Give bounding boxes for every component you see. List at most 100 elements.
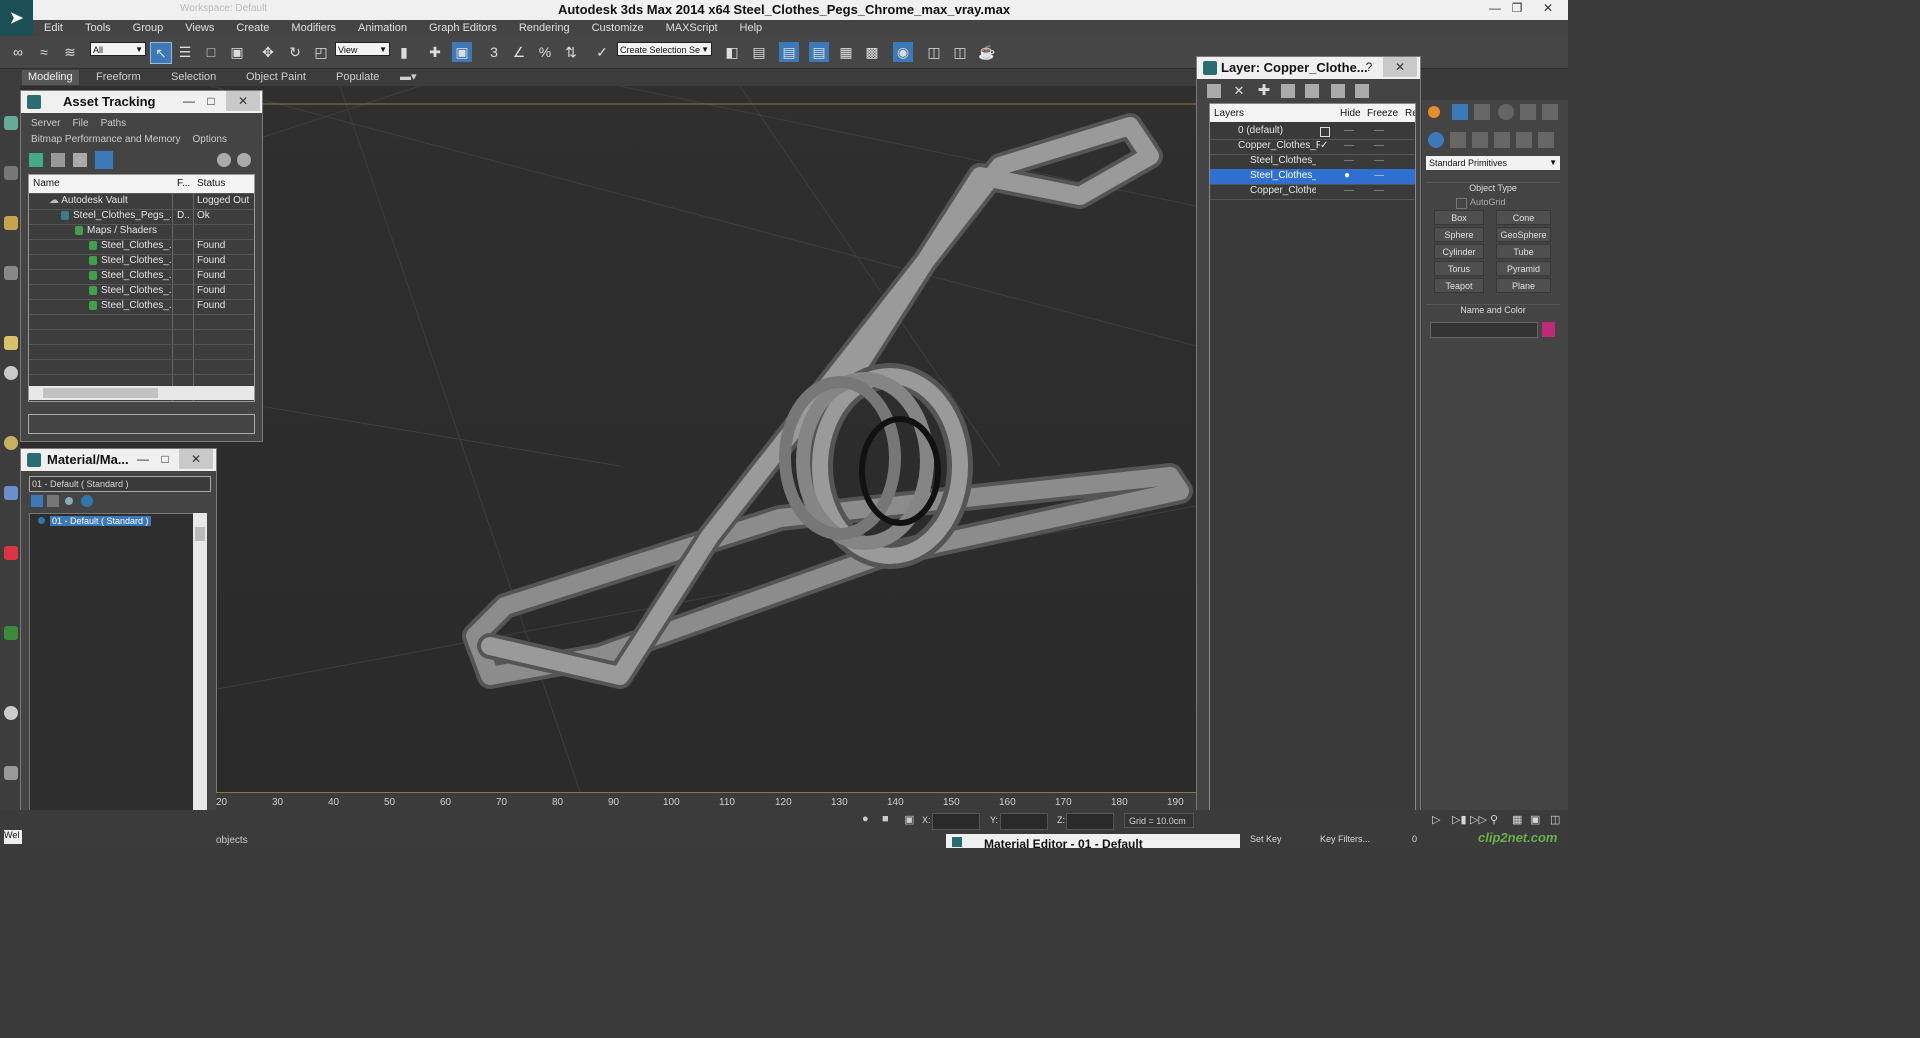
named-selection-select[interactable]: Create Selection Se ▼ [617,42,712,56]
pyramid-button[interactable]: Pyramid [1496,261,1551,276]
material-sphere-icon[interactable] [81,495,93,507]
rotate-icon[interactable]: ↻ [285,42,305,62]
col-layers[interactable]: Layers [1214,108,1244,119]
edit-named-selection-icon[interactable]: ✓ [592,42,612,62]
material-editor-icon[interactable]: ◉ [893,42,913,62]
strip-icon-11[interactable] [4,706,18,720]
rectangle-selection-icon[interactable]: □ [201,42,221,62]
y-coord-field[interactable] [1000,813,1048,830]
strip-icon-2[interactable] [4,166,18,180]
material-maximize-icon[interactable]: □ [153,449,177,469]
asset-menu-file[interactable]: File [72,118,88,129]
window-crossing-icon[interactable]: ▣ [227,42,247,62]
zoom-all-icon[interactable]: ▦ [1512,813,1522,826]
asset-maximize-icon[interactable]: □ [199,91,223,111]
absolute-mode-icon[interactable]: ▣ [904,813,914,826]
tab-freeform[interactable]: Freeform [96,70,141,85]
frame-field[interactable]: 0 [1412,834,1417,844]
play-icon[interactable]: ▷ [1432,813,1440,826]
object-name-field[interactable] [1430,322,1538,338]
select-object-icon[interactable]: ↖ [150,42,172,64]
link-icon[interactable]: ∞ [8,42,28,62]
add-to-layer-icon[interactable]: ✚ [1257,83,1271,98]
layer-row[interactable]: Copper_Clothes_Pe ✓ — — [1210,139,1415,155]
x-coord-field[interactable] [932,813,980,830]
layer-help-icon[interactable]: ? [1357,57,1381,77]
tab-modeling[interactable]: Modeling [22,70,79,85]
spacewarps-icon[interactable] [1538,132,1554,148]
menu-graph-editors[interactable]: Graph Editors [418,22,508,34]
torus-button[interactable]: Torus [1434,261,1484,276]
layer-row[interactable]: Copper_Clothes_ —— [1210,184,1415,200]
strip-icon-1[interactable] [4,116,18,130]
goto-end-icon[interactable]: ▷▷ [1470,813,1487,826]
scale-icon[interactable]: ◰ [311,42,331,62]
material-vscrollbar[interactable] [193,513,207,823]
material-tree-item[interactable]: 01 - Default ( Standard ) [50,516,151,526]
cone-button[interactable]: Cone [1496,210,1551,225]
table-view-icon[interactable] [95,151,113,169]
select-objects-icon[interactable] [1281,84,1295,98]
asset-path-field[interactable] [28,414,255,434]
render-production-icon[interactable]: ☕ [977,42,997,62]
geosphere-button[interactable]: GeoSphere [1496,227,1551,242]
align-icon[interactable]: ▤ [749,42,769,62]
tube-button[interactable]: Tube [1496,244,1551,259]
asset-menu-paths[interactable]: Paths [101,118,127,129]
lock-icon[interactable]: ■ [882,813,892,825]
tab-object-paint[interactable]: Object Paint [246,70,306,85]
table-row[interactable]: Steel_Clothes_... Found [29,284,254,300]
thumbnail-view-icon[interactable] [73,153,87,167]
keyboard-shortcut-icon[interactable]: ▣ [452,42,472,62]
strip-icon-5[interactable] [4,336,18,350]
render-setup-icon[interactable]: ◫ [924,42,944,62]
close-icon[interactable]: ✕ [1530,1,1566,17]
table-row[interactable]: Steel_Clothes_... Found [29,299,254,315]
plane-button[interactable]: Plane [1496,278,1551,293]
percent-snap-icon[interactable]: % [535,42,555,62]
selection-filter-select[interactable]: All ▼ [90,42,146,56]
strip-icon-8[interactable] [4,486,18,500]
highlight-layer-icon[interactable] [1305,84,1319,98]
layer-row-selected[interactable]: Steel_Clothes_P ●— [1210,169,1415,185]
maximize-viewport-icon[interactable]: ◫ [1550,813,1560,826]
asset-hscrollbar[interactable] [29,386,254,400]
col-hide[interactable]: Hide [1340,108,1361,119]
menu-views[interactable]: Views [174,22,225,34]
asset-menu-server[interactable]: Server [31,118,60,129]
primitive-type-select[interactable]: Standard Primitives ▼ [1426,156,1560,170]
snaps-toggle-icon[interactable]: 3 [484,42,504,62]
asset-close-icon[interactable]: ✕ [226,91,260,111]
menu-modifiers[interactable]: Modifiers [280,22,347,34]
table-row[interactable]: Steel_Clothes_Pegs_... D.. Ok [29,209,254,225]
strip-icon-6[interactable] [4,366,18,380]
strip-icon-3[interactable] [4,216,18,230]
teapot-button[interactable]: Teapot [1434,278,1484,293]
menu-animation[interactable]: Animation [347,22,418,34]
strip-icon-4[interactable] [4,266,18,280]
menu-edit[interactable]: Edit [33,22,74,34]
ribbon-options-icon[interactable]: ▬▾ [400,70,417,85]
table-row[interactable]: ☁ Autodesk Vault Logged Out [29,194,254,210]
col-name[interactable]: Name [33,178,60,189]
strip-icon-9[interactable] [4,546,18,560]
table-row[interactable]: Steel_Clothes_... Found [29,254,254,270]
strip-icon-7[interactable] [4,436,18,450]
spinner-snap-icon[interactable]: ⇅ [561,42,581,62]
helpers-icon[interactable] [1516,132,1532,148]
schematic-view-icon[interactable]: ▩ [862,42,882,62]
shapes-icon[interactable] [1450,132,1466,148]
tab-selection[interactable]: Selection [171,70,216,85]
material-close-icon[interactable]: ✕ [179,449,213,469]
create-layer-icon[interactable] [1207,84,1221,98]
layer-row[interactable]: Steel_Clothes_Pe —— [1210,154,1415,170]
tree-view-icon[interactable] [31,495,43,507]
autogrid-checkbox[interactable] [1456,198,1467,209]
layer-row[interactable]: 0 (default) — — [1210,124,1415,140]
list-icon[interactable] [47,495,59,507]
zoom-extents-icon[interactable]: ▣ [1530,813,1540,826]
material-vscroll-thumb[interactable] [195,527,205,541]
zoom-icon[interactable]: ⚲ [1490,813,1498,826]
help-icon[interactable] [217,153,231,167]
table-row[interactable]: Steel_Clothes_... Found [29,239,254,255]
